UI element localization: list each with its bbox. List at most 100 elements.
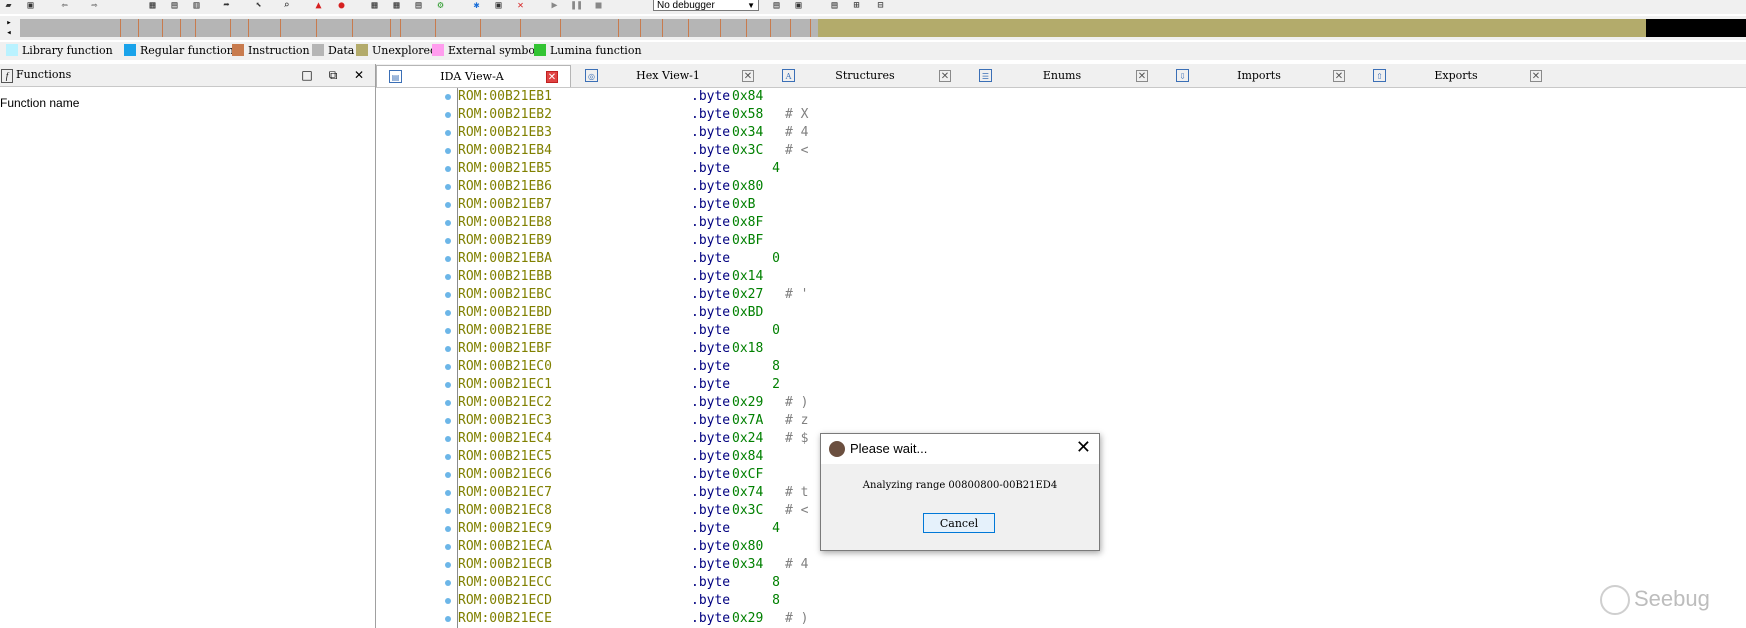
- nav-instruction-tick: [480, 19, 481, 37]
- stop-icon[interactable]: ●: [335, 0, 348, 11]
- tab-icon: ⇩: [1176, 69, 1189, 82]
- close-icon[interactable]: ✕: [352, 68, 366, 82]
- graph-icon[interactable]: ▣: [492, 0, 505, 11]
- disasm-value: 0x80: [732, 539, 764, 554]
- warning-icon[interactable]: ▲: [312, 0, 325, 11]
- data-view-icon[interactable]: ▥: [190, 0, 203, 11]
- disasm-address: ROM:00B21EB6: [458, 179, 552, 194]
- tab-ida-view-a[interactable]: ▤ IDA View-A ✕: [376, 65, 571, 87]
- stop-debug-icon[interactable]: ■: [592, 0, 605, 11]
- play-icon[interactable]: ▶: [548, 0, 561, 11]
- tab-close-icon[interactable]: ✕: [1530, 70, 1542, 82]
- tab-bar: ▤ IDA View-A ✕ ◎ Hex View-1 ✕ A Structures ✕ ☰ Enu…: [376, 64, 1746, 88]
- xref-icon[interactable]: ✱: [470, 0, 483, 11]
- disasm-row[interactable]: ROM:00B21EBD .byte 0xBD: [376, 304, 1746, 322]
- disasm-row[interactable]: ROM:00B21EB2 .byte 0x58 # X: [376, 106, 1746, 124]
- tab-label: IDA View-A: [440, 70, 504, 83]
- disasm-row[interactable]: ROM:00B21EB9 .byte 0xBF: [376, 232, 1746, 250]
- close-icon[interactable]: ✕: [1076, 437, 1091, 458]
- disasm-row[interactable]: ROM:00B21EB4 .byte 0x3C # <: [376, 142, 1746, 160]
- disasm-row[interactable]: ROM:00B21EB3 .byte 0x34 # 4: [376, 124, 1746, 142]
- maximize-icon[interactable]: □: [300, 68, 314, 82]
- back-arrow-icon[interactable]: ⇦: [58, 0, 71, 11]
- disasm-row[interactable]: ROM:00B21EBF .byte 0x18: [376, 340, 1746, 358]
- nav-instruction-tick: [720, 19, 721, 37]
- data-icon[interactable]: ▦: [390, 0, 403, 11]
- disasm-row[interactable]: ROM:00B21ECE .byte 0x29 # ): [376, 610, 1746, 628]
- open-folder-icon[interactable]: ▰: [2, 0, 15, 11]
- tab-hex-view-1[interactable]: ◎ Hex View-1 ✕: [573, 65, 768, 87]
- text-view-icon[interactable]: ▤: [168, 0, 181, 11]
- pause-icon[interactable]: ❚❚: [570, 0, 583, 11]
- line-marker-dot: [445, 382, 451, 388]
- ida-logo-icon: [829, 441, 845, 457]
- nav-scroll-arrows-icon[interactable]: ▸ ◂: [0, 18, 18, 38]
- line-marker-dot: [445, 184, 451, 190]
- nav-instruction-tick: [390, 19, 391, 37]
- disasm-row[interactable]: ROM:00B21EBB .byte 0x14: [376, 268, 1746, 286]
- disasm-directive: .byte: [691, 503, 731, 518]
- struct-icon[interactable]: ⚙: [434, 0, 447, 11]
- tree-icon[interactable]: ⊞: [850, 0, 863, 11]
- attach-icon[interactable]: ▤: [770, 0, 783, 11]
- cursor-icon[interactable]: ⬉: [252, 0, 265, 11]
- delete-icon[interactable]: ✕: [514, 0, 527, 11]
- save-icon[interactable]: ▣: [24, 0, 37, 11]
- tab-enums[interactable]: ☰ Enums ✕: [967, 65, 1162, 87]
- jump-icon[interactable]: ➦: [220, 0, 233, 11]
- nav-instruction-tick: [520, 19, 521, 37]
- navigation-bar[interactable]: [20, 19, 1746, 37]
- debugger-select[interactable]: No debugger ▼: [653, 0, 759, 11]
- tab-close-icon[interactable]: ✕: [742, 70, 754, 82]
- disasm-directive: .byte: [691, 593, 731, 608]
- line-marker-dot: [445, 166, 451, 172]
- hierarchy-icon[interactable]: ⊟: [874, 0, 887, 11]
- legend-item: Data: [312, 44, 354, 58]
- disasm-row[interactable]: ROM:00B21EB6 .byte 0x80: [376, 178, 1746, 196]
- disasm-row[interactable]: ROM:00B21EBC .byte 0x27 # ': [376, 286, 1746, 304]
- disasm-row[interactable]: ROM:00B21EB8 .byte 0x8F: [376, 214, 1746, 232]
- disasm-row[interactable]: ROM:00B21ECC .byte 8: [376, 574, 1746, 592]
- restore-icon[interactable]: ⧉: [326, 68, 340, 82]
- disasm-address: ROM:00B21EC6: [458, 467, 552, 482]
- disasm-directive: .byte: [691, 341, 731, 356]
- tab-close-icon[interactable]: ✕: [1136, 70, 1148, 82]
- tab-structures[interactable]: A Structures ✕: [770, 65, 965, 87]
- disasm-row[interactable]: ROM:00B21EBA .byte 0: [376, 250, 1746, 268]
- detach-icon[interactable]: ▣: [792, 0, 805, 11]
- disasm-row[interactable]: ROM:00B21EB7 .byte 0xB: [376, 196, 1746, 214]
- disasm-row[interactable]: ROM:00B21ECB .byte 0x34 # 4: [376, 556, 1746, 574]
- tab-imports[interactable]: ⇩ Imports ✕: [1164, 65, 1359, 87]
- tab-exports[interactable]: ⇧ Exports ✕: [1361, 65, 1556, 87]
- ascii-icon[interactable]: ▤: [412, 0, 425, 11]
- disasm-address: ROM:00B21EB3: [458, 125, 552, 140]
- function-name-column-header[interactable]: Function name: [0, 96, 79, 110]
- disasm-row[interactable]: ROM:00B21EC2 .byte 0x29 # ): [376, 394, 1746, 412]
- disasm-directive: .byte: [691, 413, 731, 428]
- search-text-icon[interactable]: ⌕: [280, 0, 293, 11]
- disasm-address: ROM:00B21EBA: [458, 251, 552, 266]
- disasm-row[interactable]: ROM:00B21EC3 .byte 0x7A # z: [376, 412, 1746, 430]
- nav-instruction-tick: [352, 19, 353, 37]
- disasm-directive: .byte: [691, 431, 731, 446]
- breakpoint-list-icon[interactable]: ▤: [828, 0, 841, 11]
- code-view-icon[interactable]: ▦: [146, 0, 159, 11]
- disasm-row[interactable]: ROM:00B21EB1 .byte 0x84: [376, 88, 1746, 106]
- cancel-button[interactable]: Cancel: [923, 513, 995, 533]
- disasm-row[interactable]: ROM:00B21EC0 .byte 8: [376, 358, 1746, 376]
- tab-close-icon[interactable]: ✕: [546, 71, 558, 83]
- disasm-row[interactable]: ROM:00B21EC1 .byte 2: [376, 376, 1746, 394]
- disasm-address: ROM:00B21EB4: [458, 143, 552, 158]
- disasm-row[interactable]: ROM:00B21EBE .byte 0: [376, 322, 1746, 340]
- disasm-value: 0x84: [732, 449, 764, 464]
- tab-close-icon[interactable]: ✕: [939, 70, 951, 82]
- disasm-value: 0x3C: [732, 503, 764, 518]
- disasm-directive: .byte: [691, 251, 731, 266]
- legend-item: External symbol: [432, 44, 539, 58]
- forward-arrow-icon[interactable]: ⇨: [88, 0, 101, 11]
- disasm-row[interactable]: ROM:00B21ECD .byte 8: [376, 592, 1746, 610]
- nav-instruction-tick: [195, 19, 196, 37]
- tab-close-icon[interactable]: ✕: [1333, 70, 1345, 82]
- code-icon[interactable]: ▦: [368, 0, 381, 11]
- disasm-row[interactable]: ROM:00B21EB5 .byte 4: [376, 160, 1746, 178]
